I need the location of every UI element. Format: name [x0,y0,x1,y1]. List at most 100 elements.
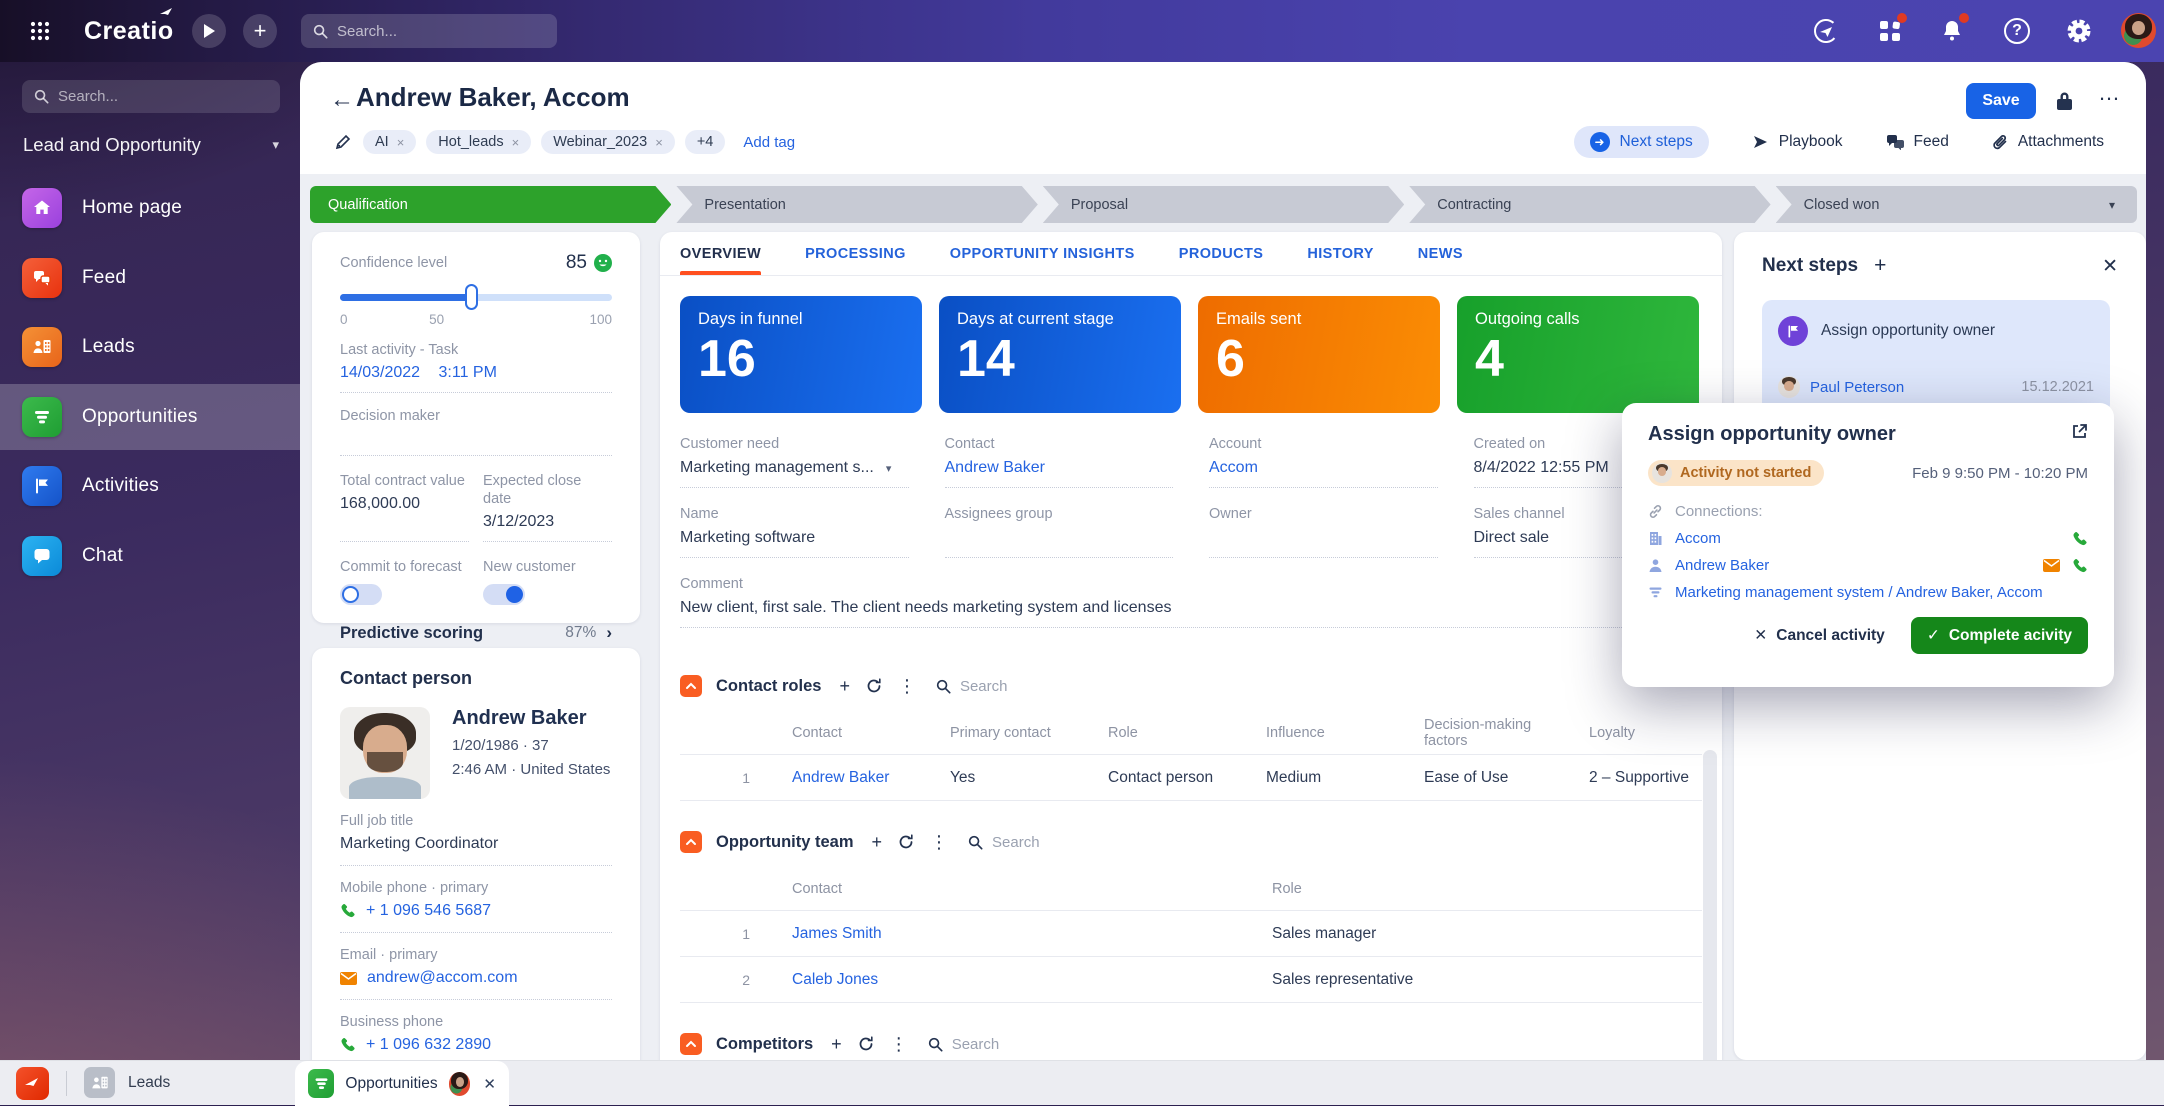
tab-products[interactable]: PRODUCTS [1179,232,1264,275]
marketplace-apps-icon[interactable] [1870,11,1910,51]
collapse-icon[interactable] [680,1033,702,1055]
tag-remove-icon[interactable]: × [655,135,663,150]
business-phone-link[interactable]: + 1 096 632 2890 [366,1036,491,1054]
table-row[interactable]: 1 Andrew Baker Yes Contact person Medium… [680,755,1702,801]
kebab-menu-icon[interactable]: ⋮ [898,676,916,697]
kebab-menu-icon[interactable]: ⋮ [890,1034,908,1055]
contact-link[interactable]: Andrew Baker [1675,557,1769,574]
new-customer-toggle[interactable] [483,584,525,605]
refresh-icon[interactable] [866,678,882,694]
contact-photo[interactable] [340,707,430,799]
tag-remove-icon[interactable]: × [512,135,520,150]
tag-chip[interactable]: AI× [363,130,416,154]
customer-need-field[interactable]: Customer need Marketing management s...▾ [680,435,909,488]
stage-qualification[interactable]: Qualification [310,186,671,223]
expected-close-date-field[interactable]: Expected close date 3/12/2023 [483,472,612,542]
stage-dropdown-icon[interactable]: ▾ [2109,198,2115,212]
contact-link[interactable]: Caleb Jones [792,971,1272,989]
confidence-slider[interactable] [340,284,612,310]
creatio-taskbar-icon[interactable] [16,1067,49,1100]
stage-contracting[interactable]: Contracting [1409,186,1770,223]
contact-link[interactable]: Andrew Baker [945,459,1046,477]
tag-pencil-icon[interactable] [334,134,351,151]
close-icon[interactable]: ✕ [2102,255,2118,278]
last-activity-date-link[interactable]: 14/03/2022 [340,364,420,381]
taskbar-item-leads[interactable]: Leads [84,1067,170,1098]
notifications-bell-icon[interactable] [1932,11,1972,51]
app-grid-icon[interactable] [22,13,58,49]
add-tag-link[interactable]: Add tag [743,134,795,151]
owner-link[interactable]: Paul Peterson [1810,379,1904,396]
back-button[interactable]: ← [330,86,354,114]
sidebar-item-home[interactable]: Home page [0,175,300,241]
col-header[interactable]: Decision-making factors [1424,717,1554,749]
email-link[interactable]: andrew@accom.com [367,969,518,987]
tab-history[interactable]: HISTORY [1307,232,1373,275]
total-contract-value-field[interactable]: Total contract value 168,000.00 [340,472,469,542]
predictive-scoring-row[interactable]: Predictive scoring 87% › [340,623,612,643]
col-header[interactable]: Role [1108,725,1266,741]
global-search[interactable] [301,14,557,48]
collapse-icon[interactable] [680,675,702,697]
collapse-icon[interactable] [680,831,702,853]
slider-thumb[interactable] [465,284,478,310]
help-icon[interactable]: ? [1997,11,2037,51]
commit-to-forecast-toggle[interactable] [340,584,382,605]
mobile-phone-link[interactable]: + 1 096 546 5687 [366,902,491,920]
col-header[interactable]: Primary contact [950,725,1108,741]
stage-presentation[interactable]: Presentation [676,186,1037,223]
stage-proposal[interactable]: Proposal [1043,186,1404,223]
section-search[interactable]: Search [928,1036,1000,1053]
tab-news[interactable]: NEWS [1418,232,1463,275]
kebab-menu-icon[interactable]: ⋮ [930,832,948,853]
contact-link[interactable]: James Smith [792,925,1272,943]
tag-remove-icon[interactable]: × [397,135,405,150]
account-field[interactable]: Account Accom [1209,435,1438,488]
quick-add-button[interactable]: + [243,14,277,48]
settings-gear-icon[interactable] [2059,11,2099,51]
feed-button[interactable]: Feed [1887,133,1949,151]
tag-chip[interactable]: Webinar_2023× [541,130,675,154]
col-header[interactable]: Loyalty [1589,725,1702,741]
opportunity-link[interactable]: Marketing management system / Andrew Bak… [1675,584,2043,601]
taskbar-tab-opportunities[interactable]: Opportunities ✕ [295,1061,509,1106]
phone-icon[interactable] [2072,558,2088,574]
sidebar-search-input[interactable] [58,88,268,105]
sidebar-item-activities[interactable]: Activities [0,453,300,519]
next-step-card[interactable]: Assign opportunity owner Paul Peterson 1… [1762,300,2110,414]
playbook-button[interactable]: Playbook [1753,133,1843,151]
table-row[interactable]: 1 James Smith Sales manager [680,911,1702,957]
owner-field[interactable]: Owner [1209,505,1438,558]
comment-field[interactable]: Comment New client, first sale. The clie… [680,575,1702,628]
vertical-scrollbar[interactable] [1703,750,1717,1060]
phone-icon[interactable] [2072,531,2088,547]
lock-icon[interactable] [2055,90,2074,112]
contact-link[interactable]: Andrew Baker [792,769,950,787]
contact-field[interactable]: Contact Andrew Baker [945,435,1174,488]
tab-processing[interactable]: PROCESSING [805,232,906,275]
refresh-icon[interactable] [898,834,914,850]
stage-closed-won[interactable]: Closed won▾ [1776,186,2137,223]
complete-activity-button[interactable]: ✓ Complete acivity [1911,617,2088,654]
col-header[interactable]: Contact [792,881,1272,897]
more-actions-button[interactable]: … [2098,80,2121,106]
col-header[interactable]: Contact [792,725,950,741]
add-icon[interactable]: + [839,676,850,697]
add-step-icon[interactable]: + [1874,254,1886,278]
add-icon[interactable]: + [872,832,883,853]
tag-chip[interactable]: Hot_leads× [426,130,531,154]
account-link[interactable]: Accom [1675,530,1721,547]
section-search[interactable]: Search [968,834,1040,851]
account-link[interactable]: Accom [1209,459,1258,477]
decision-maker-field[interactable]: Decision maker [340,407,612,456]
refresh-icon[interactable] [858,1036,874,1052]
next-steps-toggle-button[interactable]: ➜ Next steps [1574,126,1709,158]
sidebar-item-leads[interactable]: Leads [0,314,300,380]
contact-name[interactable]: Andrew Baker [452,707,610,730]
cancel-activity-button[interactable]: ✕ Cancel activity [1754,626,1885,645]
sidebar-search[interactable] [22,80,280,113]
sidebar-item-chat[interactable]: Chat [0,523,300,589]
tab-overview[interactable]: OVERVIEW [680,232,761,275]
workspace-selector[interactable]: Lead and Opportunity ▾ [23,134,279,156]
add-icon[interactable]: + [831,1034,842,1055]
